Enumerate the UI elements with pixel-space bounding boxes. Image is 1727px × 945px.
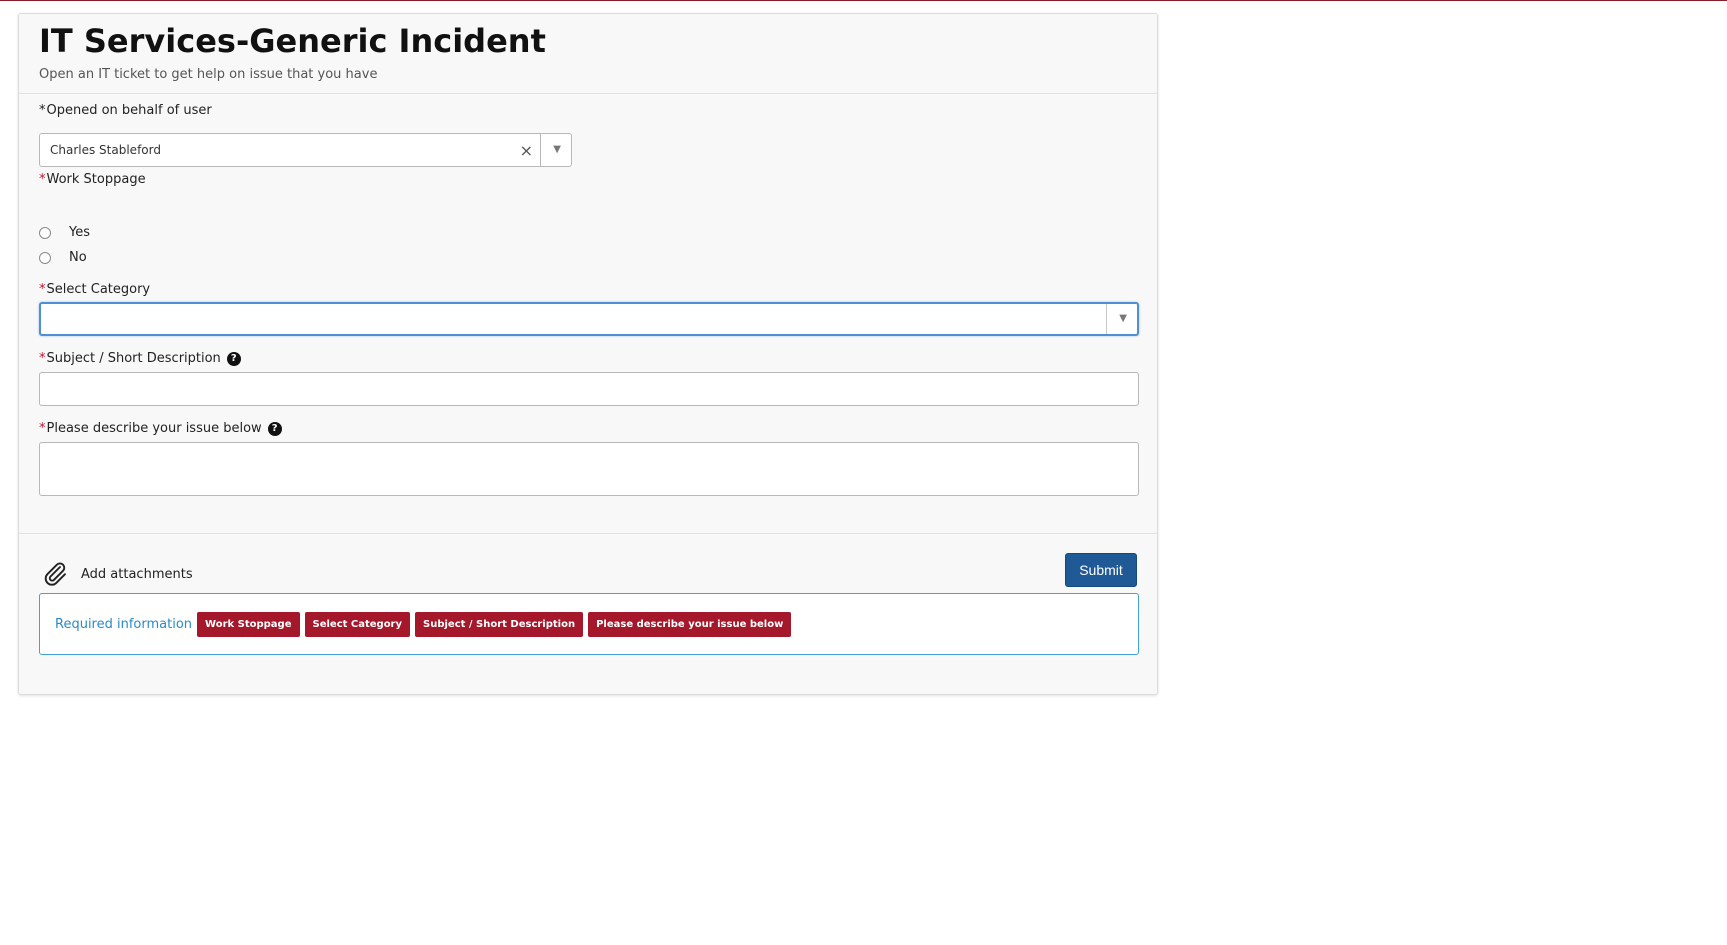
required-marker: * <box>39 351 46 366</box>
description-label: * Please describe your issue below ? <box>39 421 282 436</box>
work-stoppage-option-yes[interactable]: Yes <box>39 225 90 240</box>
chevron-down-icon[interactable]: ▼ <box>553 144 561 155</box>
subject-input[interactable] <box>39 372 1139 406</box>
add-attachments-label: Add attachments <box>81 566 193 582</box>
description-label-text: Please describe your issue below <box>46 421 262 436</box>
form-subtitle: Open an IT ticket to get help on issue t… <box>39 67 378 82</box>
work-stoppage-option-no[interactable]: No <box>39 250 87 265</box>
chevron-down-icon[interactable]: ▼ <box>1119 313 1127 324</box>
required-badge-description[interactable]: Please describe your issue below <box>588 611 792 637</box>
opened-on-behalf-label-text: Opened on behalf of user <box>46 103 212 118</box>
question-circle-icon[interactable]: ? <box>267 421 282 436</box>
opened-on-behalf-value: Charles Stableford <box>50 143 161 157</box>
top-accent-line <box>0 0 1727 1</box>
opened-on-behalf-select[interactable]: Charles Stableford × ▼ <box>39 133 572 167</box>
form-header: IT Services-Generic Incident Open an IT … <box>19 14 1157 94</box>
add-attachments[interactable]: Add attachments <box>41 560 193 588</box>
subject-label-text: Subject / Short Description <box>46 351 221 366</box>
incident-form-card: IT Services-Generic Incident Open an IT … <box>18 13 1158 695</box>
opened-on-behalf-label: * Opened on behalf of user <box>39 103 212 118</box>
footer-divider <box>19 533 1157 534</box>
select-category-label: * Select Category <box>39 282 150 297</box>
description-textarea[interactable] <box>39 442 1139 496</box>
radio-yes[interactable] <box>39 226 51 239</box>
required-badge-select-category[interactable]: Select Category <box>304 611 411 637</box>
required-information-panel: Required information Work Stoppage Selec… <box>39 593 1139 655</box>
question-circle-icon[interactable]: ? <box>226 351 241 366</box>
paperclip-icon[interactable] <box>41 560 69 588</box>
work-stoppage-label: * Work Stoppage <box>39 172 146 187</box>
form-title: IT Services-Generic Incident <box>39 22 546 60</box>
required-marker: * <box>39 103 46 118</box>
select-divider <box>540 134 541 166</box>
subject-label: * Subject / Short Description ? <box>39 351 241 366</box>
required-information-label: Required information <box>55 616 193 632</box>
radio-no[interactable] <box>39 251 51 264</box>
required-marker: * <box>39 172 46 187</box>
work-stoppage-label-text: Work Stoppage <box>46 172 146 187</box>
radio-no-label: No <box>69 250 87 265</box>
select-divider <box>1106 304 1107 334</box>
select-category-label-text: Select Category <box>46 282 151 297</box>
required-badge-work-stoppage[interactable]: Work Stoppage <box>197 611 300 637</box>
submit-button[interactable]: Submit <box>1065 553 1137 587</box>
required-marker: * <box>39 421 46 436</box>
select-category-dropdown[interactable]: ▼ <box>39 302 1139 336</box>
clear-icon[interactable]: × <box>520 141 533 160</box>
required-badge-subject[interactable]: Subject / Short Description <box>415 611 584 637</box>
radio-yes-label: Yes <box>69 225 90 240</box>
required-marker: * <box>39 282 46 297</box>
